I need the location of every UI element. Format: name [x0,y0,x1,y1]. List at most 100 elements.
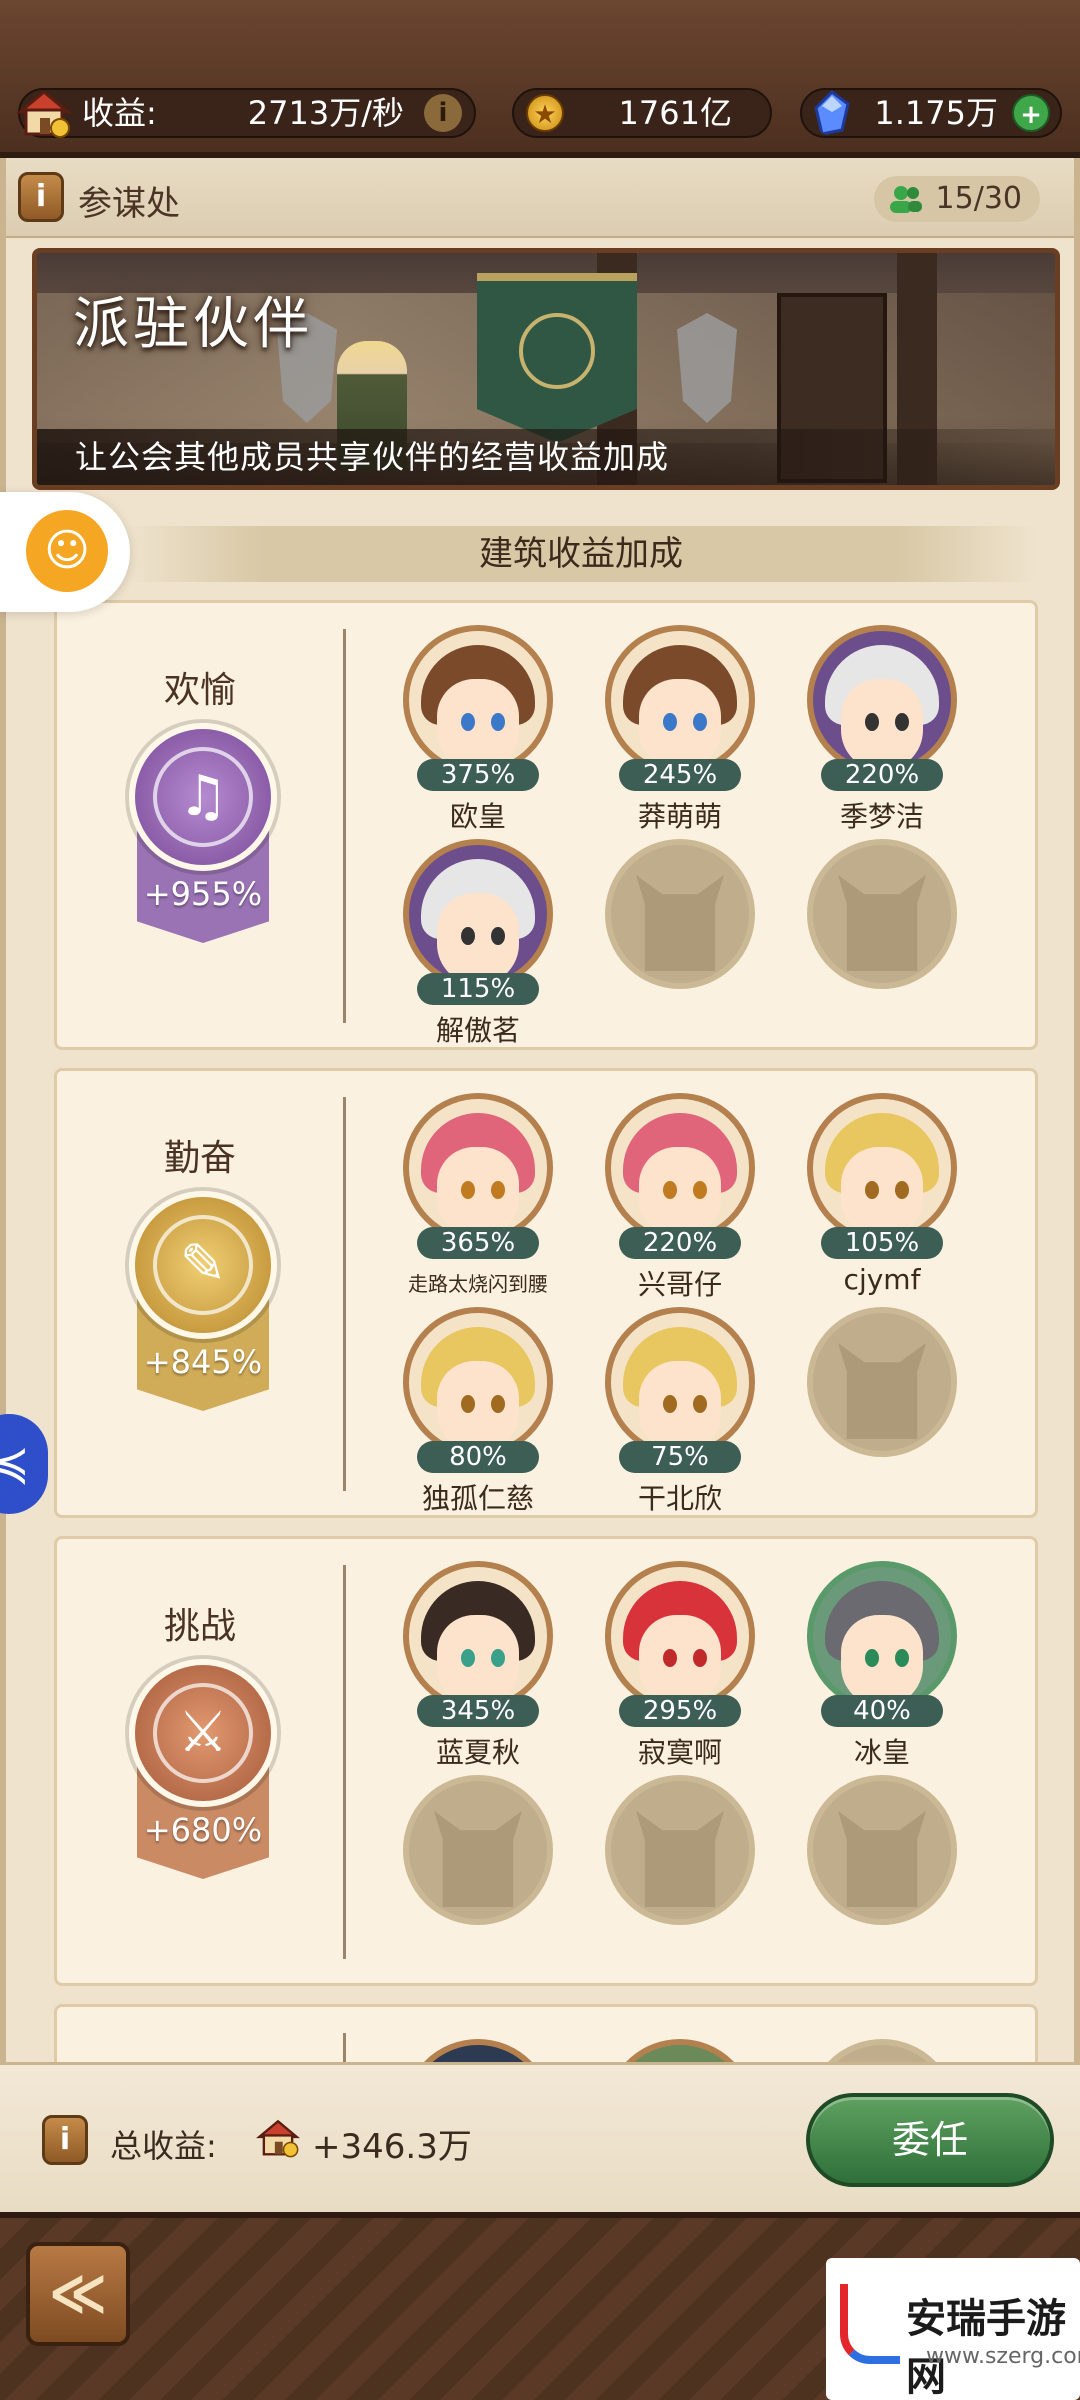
panel-info-button[interactable]: i [18,172,64,222]
partner-name: 欧皇 [449,800,506,833]
add-gem-button[interactable]: + [1012,94,1050,132]
partner-name: 冰皇 [853,1736,910,1769]
panel-header: i 参谋处 15/30 [6,158,1074,238]
category-medal: ✎ +845% [129,1191,277,1411]
empty-partner-slot[interactable] [807,1775,957,1925]
accessibility-icon: ☺ [26,510,108,592]
empty-partner-slot[interactable] [807,1307,957,1457]
house-icon [16,90,72,138]
partner-avatar [403,839,553,989]
empty-partner-slot[interactable] [403,1775,553,1925]
total-info-button[interactable]: i [42,2115,88,2165]
watermark-title: 安瑞手游网 [906,2296,1066,2400]
partner-bonus: 245% [619,759,741,791]
partner-avatar [807,1093,957,1243]
lyre-icon: ♫ [153,747,253,847]
partner-bonus: 375% [417,759,539,791]
partner-name: 独孤仁慈 [421,1482,534,1515]
member-count: 15/30 [935,181,1022,216]
category-name: 勤奋 [163,1138,236,1179]
broom-icon: ✎ [153,1215,253,1315]
resource-bar: 收益: 2713万/秒 i ★ 1761亿 1.175万 + [0,0,1080,158]
panel-title: 参谋处 [78,184,180,224]
gem-display: 1.175万 + [800,88,1062,138]
income-info-button[interactable]: i [424,94,462,132]
total-income-value: +346.3万 [312,2127,472,2167]
income-value: 2713万/秒 [247,94,404,132]
partner-slot[interactable]: 75% 干北欣 [605,1307,755,1515]
footer-bar: i 总收益: +346.3万 委任 [0,2062,1080,2212]
partner-bonus: 365% [417,1227,539,1259]
section-title: 建筑收益加成 [126,526,1036,582]
watermark-url: www.szerg.com [926,2344,1080,2369]
gem-icon [814,90,850,136]
category-medal: ⚔ +680% [129,1659,277,1879]
partner-bonus: 75% [619,1441,741,1473]
partner-name: 寂寞啊 [637,1736,722,1769]
partner-name: 兴哥仔 [637,1268,722,1301]
partner-slot[interactable]: 105% cjymf [807,1093,957,1296]
empty-partner-slot[interactable] [605,839,755,989]
partner-slot[interactable]: 295% 寂寞啊 [605,1561,755,1769]
gem-value: 1.175万 [874,94,998,132]
partner-avatar [605,1307,755,1457]
category-card-joy: 欢愉 ♫ +955% 375% 欧皇 245% 莽萌萌 220% 季梦洁 115… [54,600,1038,1050]
empty-partner-slot[interactable] [605,1775,755,1925]
partner-name: 季梦洁 [839,800,924,833]
banner-subtitle: 让公会其他成员共享伙伴的经营收益加成 [37,429,1055,485]
category-bonus: +955% [143,875,263,913]
coin-icon: ★ [526,94,564,132]
income-display: 收益: 2713万/秒 i [16,88,476,138]
member-count-badge: 15/30 [874,176,1040,222]
partner-slot[interactable]: 80% 独孤仁慈 [403,1307,553,1515]
partner-slot[interactable]: 245% 莽萌萌 [605,625,755,833]
partner-slot[interactable]: 115% 解傲茗 [403,839,553,1047]
banner-title: 派驻伙伴 [73,292,313,357]
gold-value: 1761亿 [618,94,732,132]
dispatch-banner: 派驻伙伴 让公会其他成员共享伙伴的经营收益加成 [32,248,1060,490]
partner-avatar [403,1561,553,1711]
partner-avatar [605,625,755,775]
partner-name: cjymf [843,1263,921,1296]
partner-avatar [807,1561,957,1711]
total-income-label: 总收益: [110,2127,217,2165]
partner-name: 莽萌萌 [637,800,722,833]
partner-bonus: 105% [821,1227,943,1259]
partner-bonus: 115% [417,973,539,1005]
partner-name: 蓝夏秋 [435,1736,520,1769]
partner-bonus: 295% [619,1695,741,1727]
partner-bonus: 220% [619,1227,741,1259]
accessibility-float-button[interactable]: ☺ [0,492,130,612]
back-button[interactable]: ≪ [26,2242,130,2346]
partner-slot[interactable]: 40% 冰皇 [807,1561,957,1769]
partner-bonus: 220% [821,759,943,791]
partner-bonus: 80% [417,1441,539,1473]
empty-partner-slot[interactable] [807,839,957,989]
appoint-button[interactable]: 委任 [806,2093,1054,2187]
partner-avatar [403,1093,553,1243]
category-bonus: +680% [143,1811,263,1849]
partner-slot[interactable]: 375% 欧皇 [403,625,553,833]
partner-slot[interactable]: 220% 季梦洁 [807,625,957,833]
category-medal: ♫ +955% [129,723,277,943]
partner-avatar [807,625,957,775]
category-name: 挑战 [163,1606,236,1647]
category-name: 欢愉 [163,670,236,711]
partner-name: 走路太烧闪到腰 [408,1272,548,1296]
partner-slot[interactable]: 345% 蓝夏秋 [403,1561,553,1769]
partner-slot[interactable]: 365% 走路太烧闪到腰 [403,1093,553,1296]
partner-avatar [605,1093,755,1243]
partner-slot[interactable]: 220% 兴哥仔 [605,1093,755,1301]
gold-display: ★ 1761亿 [512,88,772,138]
category-card-challenge: 挑战 ⚔ +680% 345% 蓝夏秋 295% 寂寞啊 40% 冰皇 [54,1536,1038,1986]
category-card-diligence: 勤奋 ✎ +845% 365% 走路太烧闪到腰 220% 兴哥仔 105% cj… [54,1068,1038,1518]
sword-shield-icon: ⚔ [153,1683,253,1783]
council-panel: i 参谋处 15/30 派驻伙伴 让公会其他成员共享伙伴的经营收益加成 建筑收益… [0,158,1080,2210]
partner-bonus: 40% [821,1695,943,1727]
income-label: 收益: [82,94,157,132]
house-icon [256,2119,300,2158]
partner-name: 干北欣 [637,1482,722,1515]
partner-bonus: 345% [417,1695,539,1727]
site-watermark: 安瑞手游网 www.szerg.com [826,2258,1080,2400]
members-icon [890,186,922,213]
